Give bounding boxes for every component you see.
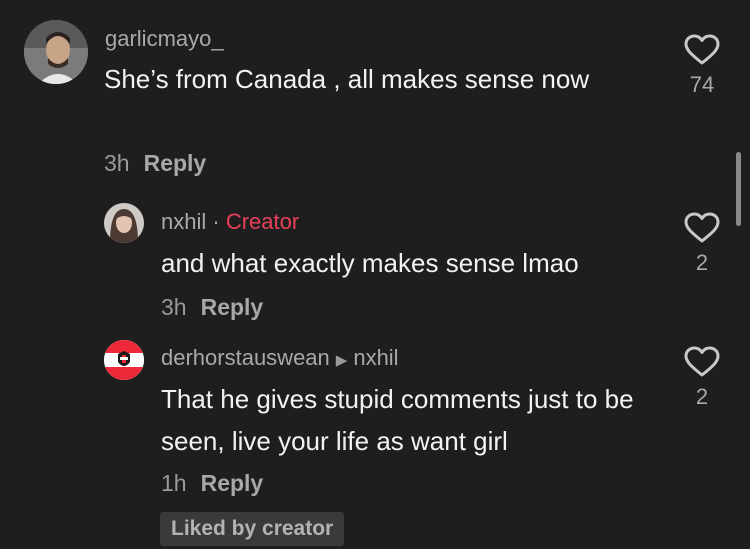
- like-count: 2: [695, 250, 709, 275]
- scrollbar[interactable]: [736, 152, 741, 226]
- heart-icon: [684, 346, 720, 377]
- comment-meta: 1h Reply: [161, 470, 263, 497]
- username-nxhil[interactable]: nxhil · Creator: [161, 209, 299, 235]
- reply-to-username[interactable]: nxhil: [353, 345, 398, 370]
- separator-dot: ·: [212, 209, 220, 234]
- reply-button[interactable]: Reply: [201, 294, 264, 320]
- avatar-photo: [24, 20, 88, 84]
- avatar-photo: [104, 203, 144, 243]
- avatar-derhorstauswean[interactable]: [104, 340, 144, 380]
- username-derhorstauswean[interactable]: derhorstauswean ▶ nxhil: [161, 345, 399, 371]
- username-text[interactable]: nxhil: [161, 209, 206, 234]
- avatar-nxhil[interactable]: [104, 203, 144, 243]
- like-count: 2: [695, 384, 709, 409]
- comment-time: 1h: [161, 470, 187, 496]
- reply-button[interactable]: Reply: [201, 470, 264, 496]
- username-text[interactable]: derhorstauswean: [161, 345, 330, 370]
- comment-text: and what exactly makes sense lmao: [161, 248, 579, 278]
- heart-icon: [684, 212, 720, 243]
- like-button[interactable]: 2: [682, 346, 722, 410]
- liked-by-creator-badge: Liked by creator: [160, 512, 345, 546]
- comment-meta: 3h Reply: [161, 294, 263, 321]
- play-arrow-icon: ▶: [335, 352, 348, 369]
- avatar-garlicmayo[interactable]: [24, 20, 88, 84]
- comment-time: 3h: [104, 150, 130, 176]
- like-button[interactable]: 2: [682, 212, 722, 276]
- like-button[interactable]: 74: [682, 34, 722, 98]
- heart-icon: [684, 34, 720, 65]
- comment-time: 3h: [161, 294, 187, 320]
- creator-badge: Creator: [225, 209, 300, 234]
- austria-flag-avatar: [104, 340, 144, 380]
- username-garlicmayo[interactable]: garlicmayo_: [105, 26, 224, 52]
- comment-text: That he gives stupid comments just to be…: [161, 384, 634, 456]
- comment-text: She’s from Canada , all makes sense now: [104, 64, 590, 94]
- comment-meta: 3h Reply: [104, 150, 206, 177]
- reply-button[interactable]: Reply: [144, 150, 207, 176]
- like-count: 74: [689, 72, 715, 97]
